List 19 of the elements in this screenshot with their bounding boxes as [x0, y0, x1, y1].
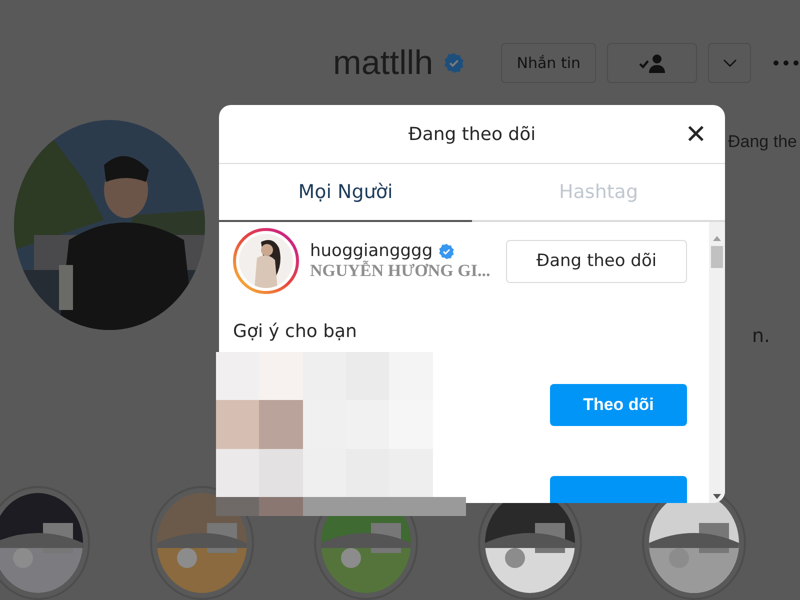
account-full-name: NGUYỄN HƯƠNG GI...	[310, 261, 492, 281]
person-check-icon	[638, 53, 666, 73]
scrollbar[interactable]	[709, 222, 725, 503]
account-username[interactable]: huoggiangggg	[310, 241, 433, 261]
close-button[interactable]: ✕	[685, 119, 707, 149]
more-icon[interactable]	[773, 60, 800, 66]
tab[interactable]: Mọi Người	[219, 164, 472, 222]
profile-text: n.	[752, 325, 770, 347]
dialog-title: Đang theo dõi	[408, 124, 536, 144]
profile-text: Đang the	[728, 132, 797, 152]
chevron-down-icon	[722, 59, 737, 67]
scrollbar-thumb[interactable]	[711, 246, 723, 268]
scroll-up-icon[interactable]	[713, 236, 721, 241]
following-button[interactable]	[607, 43, 698, 83]
section-heading: Gợi ý cho bạn	[233, 321, 358, 342]
scroll-down-icon[interactable]	[713, 494, 721, 499]
highlight-ring[interactable]	[150, 486, 254, 600]
following-button[interactable]: Đang theo dõi	[506, 240, 687, 282]
profile-username: mattllh	[333, 44, 434, 82]
